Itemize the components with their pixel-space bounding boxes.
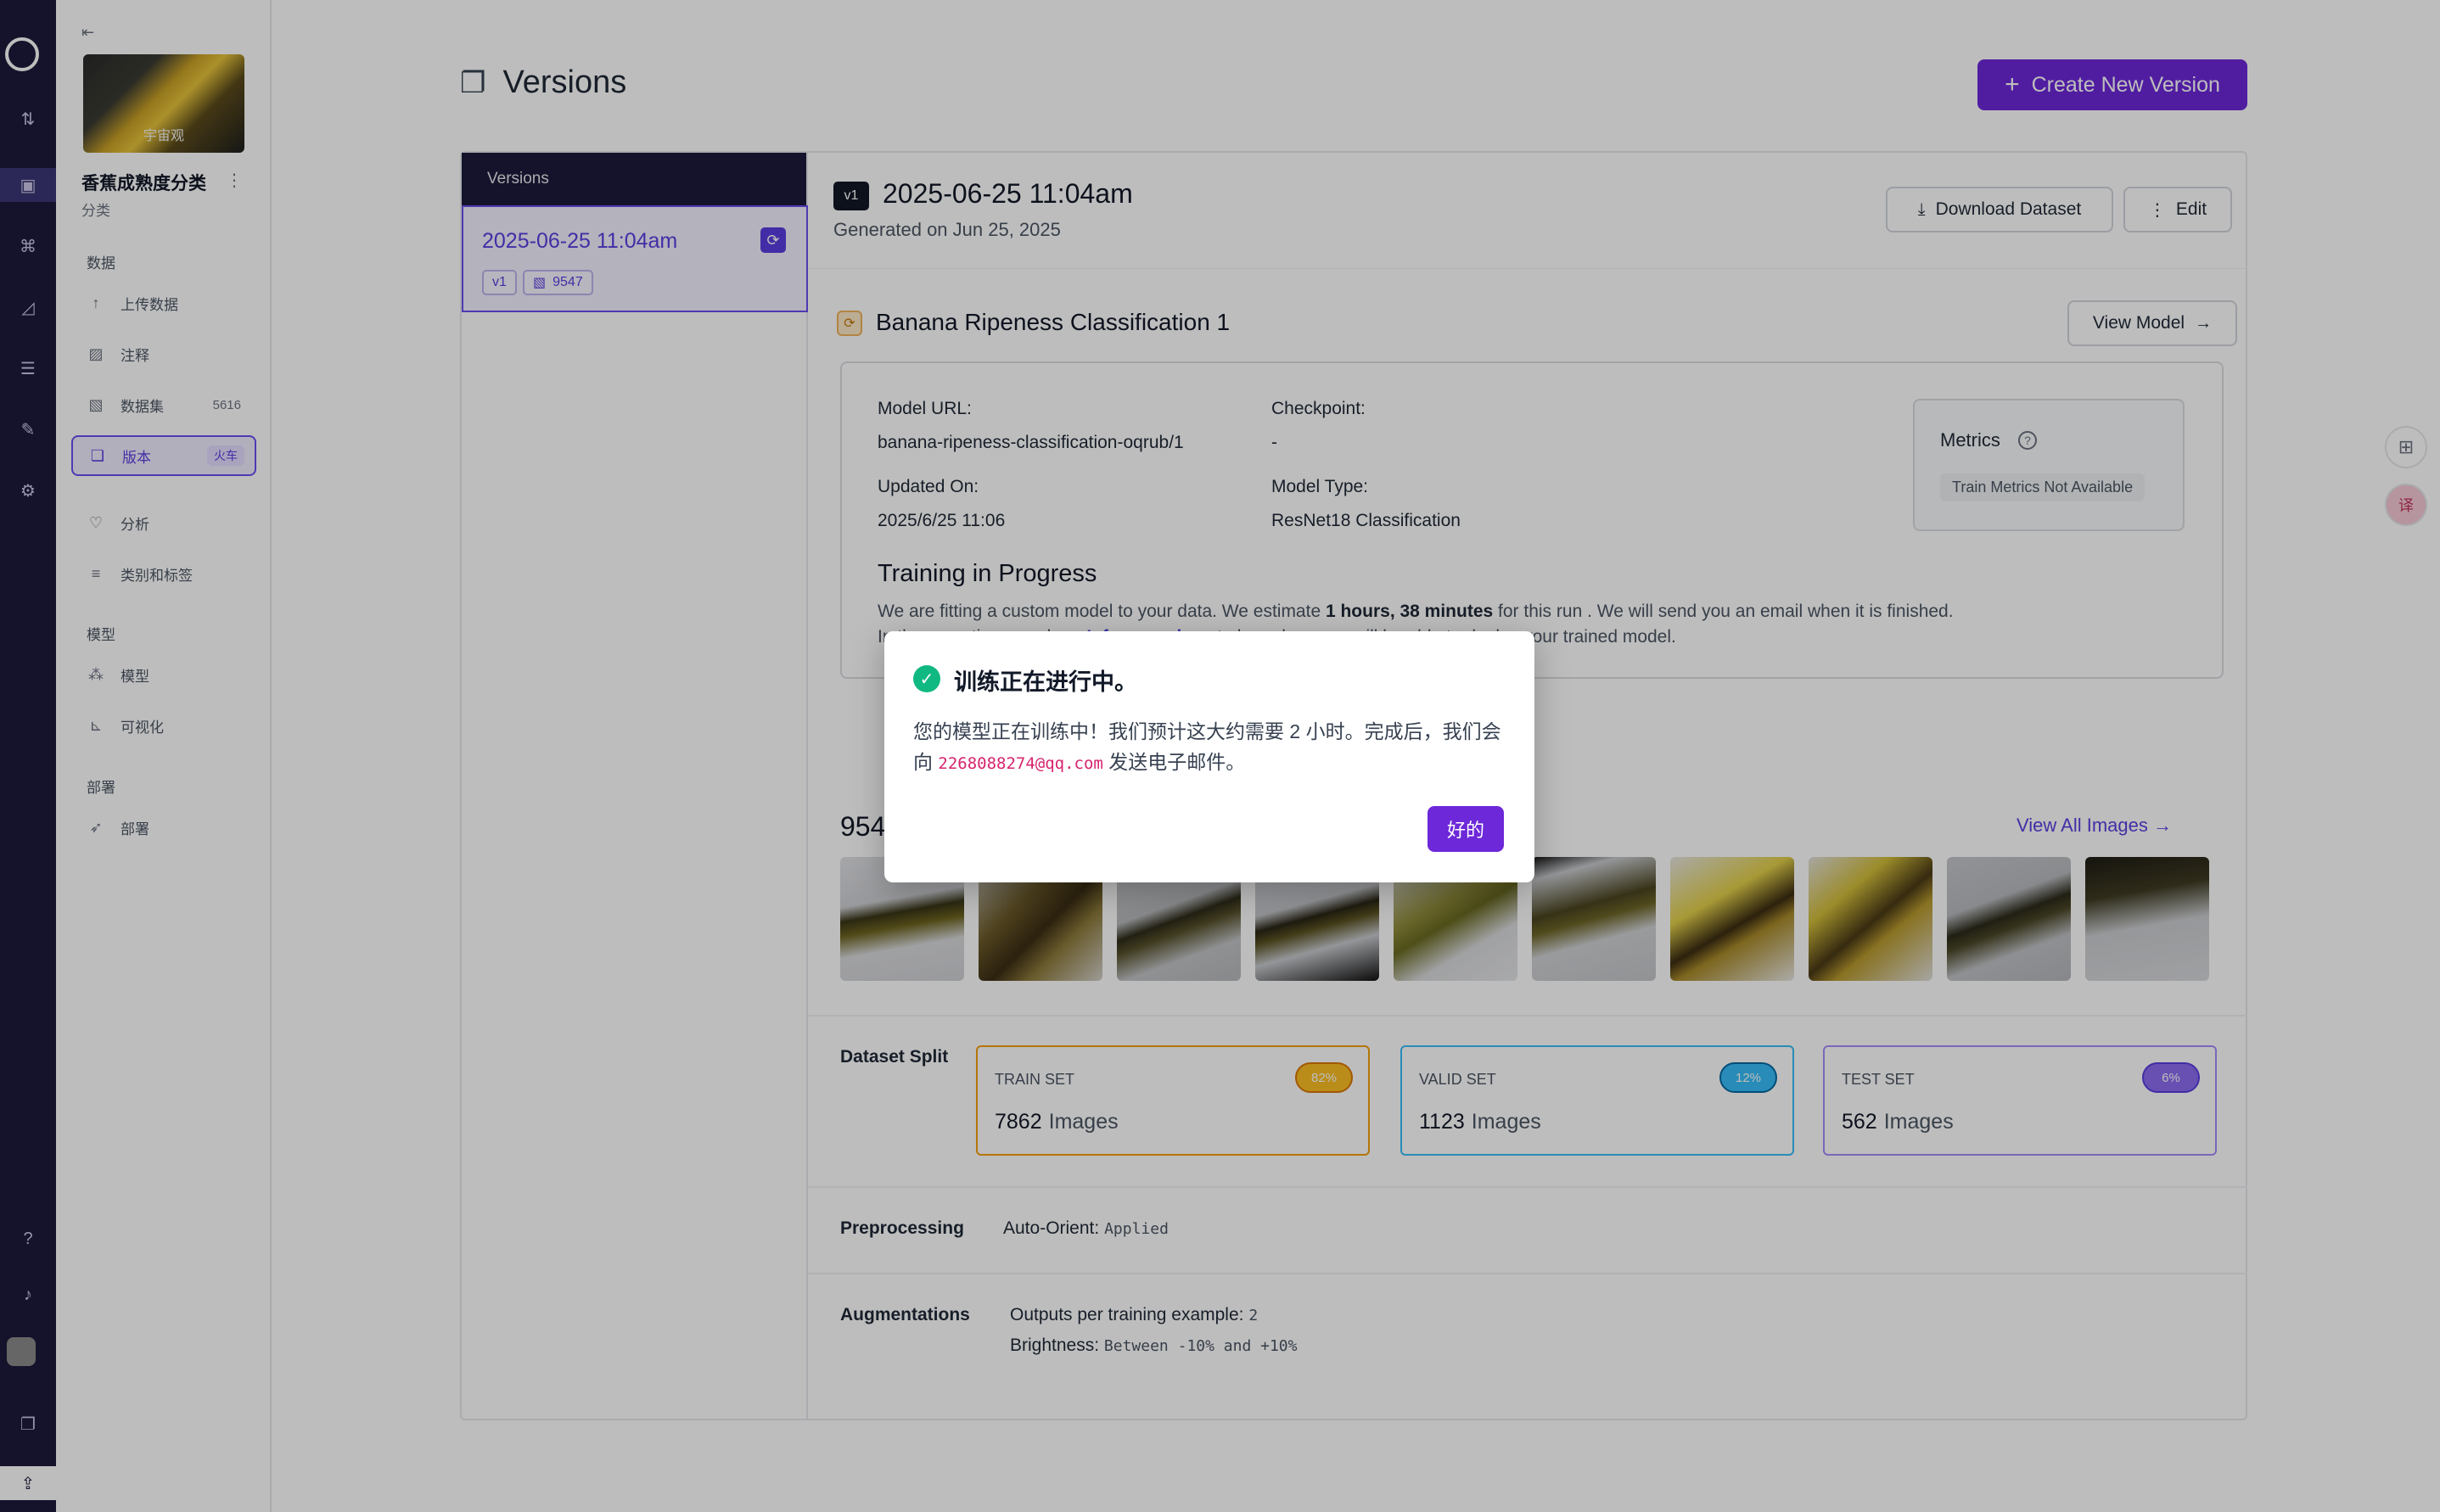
- modal-body-text: 发送电子邮件。: [1102, 751, 1246, 773]
- training-modal: ✓ 训练正在进行中。 您的模型正在训练中！我们预计这大约需要 2 小时。完成后，…: [884, 631, 1534, 882]
- ok-button[interactable]: 好的: [1428, 806, 1504, 852]
- modal-email: 2268088274@qq.com: [938, 754, 1103, 773]
- modal-title: 训练正在进行中。: [954, 669, 1137, 695]
- check-circle-icon: ✓: [913, 665, 940, 692]
- modal-body: 您的模型正在训练中！我们预计这大约需要 2 小时。完成后，我们会向 226808…: [913, 716, 1507, 779]
